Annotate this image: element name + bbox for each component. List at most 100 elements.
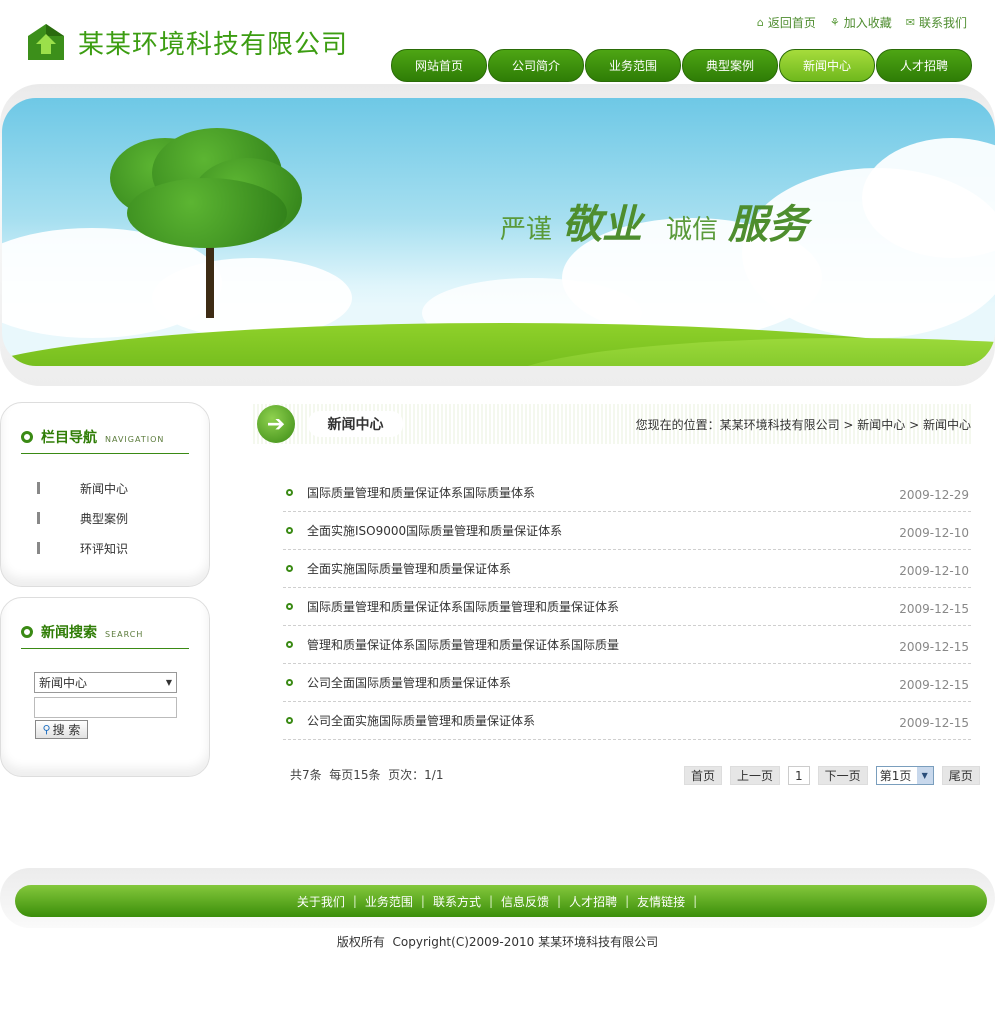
bookmark-icon: ⚘ bbox=[829, 16, 840, 29]
news-title-link[interactable]: 管理和质量保证体系国际质量管理和质量保证体系国际质量 bbox=[307, 636, 619, 653]
footer-link-about[interactable]: 关于我们 bbox=[297, 893, 345, 910]
bullet-icon bbox=[286, 489, 293, 496]
sidebar-nav-title-en: NAVIGATION bbox=[105, 435, 165, 444]
search-icon: ⚲ bbox=[42, 723, 51, 736]
nav-item-cases[interactable]: 典型案例 bbox=[682, 49, 778, 82]
search-keyword-input[interactable] bbox=[34, 697, 177, 718]
sidebar-item-label: 典型案例 bbox=[80, 511, 129, 526]
footer-link-friends[interactable]: 友情链接 bbox=[637, 893, 685, 910]
bullet-icon bbox=[286, 565, 293, 572]
home-icon: ⌂ bbox=[756, 16, 764, 29]
mail-icon: ✉ bbox=[905, 16, 915, 29]
page-title: 新闻中心 bbox=[308, 411, 403, 437]
breadcrumb-separator: > bbox=[839, 418, 858, 432]
search-category-select[interactable]: 新闻中心 ▼ bbox=[34, 672, 177, 693]
nav-item-jobs[interactable]: 人才招聘 bbox=[876, 49, 972, 82]
sidebar-item-news[interactable]: 新闻中心 bbox=[37, 473, 128, 503]
search-category-value: 新闻中心 bbox=[39, 676, 88, 690]
slogan-word-4: 服务 bbox=[728, 201, 809, 248]
search-button[interactable]: ⚲ 搜 索 bbox=[35, 720, 88, 739]
banner-slogan: 严谨 敬业 诚信 服务 bbox=[500, 192, 808, 250]
contact-link-label: 联系我们 bbox=[918, 16, 967, 30]
news-title-link[interactable]: 国际质量管理和质量保证体系国际质量管理和质量保证体系 bbox=[307, 598, 619, 615]
sidebar-nav-title: 栏目导航 NAVIGATION bbox=[21, 427, 164, 447]
banner bbox=[2, 98, 995, 366]
sidebar-item-label: 环评知识 bbox=[80, 541, 129, 556]
footer-link-jobs[interactable]: 人才招聘 bbox=[569, 893, 617, 910]
breadcrumb-item-news[interactable]: 新闻中心 bbox=[857, 418, 905, 432]
sidebar-item-label: 新闻中心 bbox=[80, 481, 129, 496]
sidebar-item-knowledge[interactable]: 环评知识 bbox=[37, 533, 128, 563]
next-page-button[interactable]: 下一页 bbox=[817, 766, 868, 785]
sidebar-search-title-cn: 新闻搜索 bbox=[41, 625, 97, 641]
breadcrumb-separator: > bbox=[905, 418, 923, 432]
footer-link-feedback[interactable]: 信息反馈 bbox=[501, 893, 549, 910]
home-link-label: 返回首页 bbox=[767, 16, 816, 30]
list-item: 公司全面国际质量管理和质量保证体系 2009-12-15 bbox=[283, 664, 971, 702]
news-date: 2009-12-15 bbox=[899, 716, 969, 730]
slogan-word-1: 严谨 bbox=[500, 215, 553, 245]
news-title-link[interactable]: 全面实施国际质量管理和质量保证体系 bbox=[307, 560, 511, 577]
sidebar-nav-title-cn: 栏目导航 bbox=[41, 430, 97, 446]
footer-link-business[interactable]: 业务范围 bbox=[365, 893, 413, 910]
bullet-icon bbox=[21, 431, 33, 443]
nav-item-news[interactable]: 新闻中心 bbox=[779, 49, 875, 82]
company-name: 某某环境科技有限公司 bbox=[78, 29, 349, 60]
sidebar-nav-box: 栏目导航 NAVIGATION 新闻中心 典型案例 环评知识 bbox=[0, 402, 210, 587]
search-button-label: 搜 索 bbox=[52, 723, 81, 737]
sidebar-search-title-en: SEARCH bbox=[105, 630, 144, 639]
arrow-right-icon: ➔ bbox=[257, 405, 295, 443]
list-item: 全面实施ISO9000国际质量管理和质量保证体系 2009-12-10 bbox=[283, 512, 971, 550]
breadcrumb-item-current[interactable]: 新闻中心 bbox=[923, 418, 971, 432]
last-page-button[interactable]: 尾页 bbox=[941, 766, 980, 785]
first-page-button[interactable]: 首页 bbox=[684, 766, 723, 785]
current-page-number: 1 bbox=[788, 766, 810, 785]
news-date: 2009-12-15 bbox=[899, 678, 969, 692]
news-title-link[interactable]: 公司全面实施国际质量管理和质量保证体系 bbox=[307, 712, 535, 729]
bullet-icon bbox=[21, 626, 33, 638]
list-item: 全面实施国际质量管理和质量保证体系 2009-12-10 bbox=[283, 550, 971, 588]
footer-link-contact[interactable]: 联系方式 bbox=[433, 893, 481, 910]
sidebar-search-title: 新闻搜索 SEARCH bbox=[21, 622, 143, 642]
list-item: 管理和质量保证体系国际质量管理和质量保证体系国际质量 2009-12-15 bbox=[283, 626, 971, 664]
bookmark-link[interactable]: ⚘ 加入收藏 bbox=[830, 14, 892, 31]
divider bbox=[21, 648, 189, 649]
bullet-icon bbox=[286, 717, 293, 724]
bullet-icon bbox=[286, 527, 293, 534]
company-logo[interactable]: 某某环境科技有限公司 bbox=[26, 22, 348, 62]
bullet-icon bbox=[286, 641, 293, 648]
nav-item-business[interactable]: 业务范围 bbox=[585, 49, 681, 82]
pagination: 首页 上一页 1 下一页 第1页 ▼ 尾页 bbox=[684, 766, 980, 785]
prev-page-button[interactable]: 上一页 bbox=[730, 766, 781, 785]
chevron-down-icon: ▼ bbox=[916, 767, 933, 784]
news-date: 2009-12-10 bbox=[899, 526, 969, 540]
page-select-value: 第1页 bbox=[879, 769, 912, 783]
contact-link[interactable]: ✉ 联系我们 bbox=[906, 14, 967, 31]
breadcrumb-item-home[interactable]: 某某环境科技有限公司 bbox=[720, 418, 840, 432]
breadcrumb-prefix: 您现在的位置： bbox=[635, 418, 720, 432]
nav-item-about[interactable]: 公司简介 bbox=[488, 49, 584, 82]
nav-item-home[interactable]: 网站首页 bbox=[391, 49, 487, 82]
news-date: 2009-12-10 bbox=[899, 564, 969, 578]
sidebar-nav-list: 新闻中心 典型案例 环评知识 bbox=[37, 473, 128, 563]
bullet-icon bbox=[286, 603, 293, 610]
bullet-icon bbox=[286, 679, 293, 686]
slogan-word-3: 诚信 bbox=[666, 215, 719, 245]
news-date: 2009-12-15 bbox=[899, 602, 969, 616]
content-header: ➔ 新闻中心 您现在的位置：某某环境科技有限公司 > 新闻中心 > 新闻中心 bbox=[253, 404, 971, 444]
divider bbox=[21, 453, 189, 454]
sidebar-item-cases[interactable]: 典型案例 bbox=[37, 503, 128, 533]
news-title-link[interactable]: 公司全面国际质量管理和质量保证体系 bbox=[307, 674, 511, 691]
top-links: ⌂ 返回首页 ⚘ 加入收藏 ✉ 联系我们 bbox=[757, 14, 967, 31]
home-link[interactable]: ⌂ 返回首页 bbox=[757, 14, 816, 31]
news-title-link[interactable]: 全面实施ISO9000国际质量管理和质量保证体系 bbox=[307, 522, 562, 539]
news-title-link[interactable]: 国际质量管理和质量保证体系国际质量体系 bbox=[307, 484, 535, 501]
list-item: 国际质量管理和质量保证体系国际质量体系 2009-12-29 bbox=[283, 474, 971, 512]
pager-info: 共7条 每页15条 页次：1/1 bbox=[290, 768, 444, 782]
footer-nav: 关于我们 | 业务范围 | 联系方式 | 信息反馈 | 人才招聘 | 友情链接 | bbox=[15, 885, 987, 917]
sidebar-search-box: 新闻搜索 SEARCH 新闻中心 ▼ ⚲ 搜 索 bbox=[0, 597, 210, 777]
page-select[interactable]: 第1页 ▼ bbox=[875, 766, 934, 785]
copyright: 版权所有 Copyright(C)2009-2010 某某环境科技有限公司 bbox=[336, 935, 659, 949]
news-list: 国际质量管理和质量保证体系国际质量体系 2009-12-29 全面实施ISO900… bbox=[283, 474, 971, 740]
slogan-word-2: 敬业 bbox=[562, 201, 643, 248]
